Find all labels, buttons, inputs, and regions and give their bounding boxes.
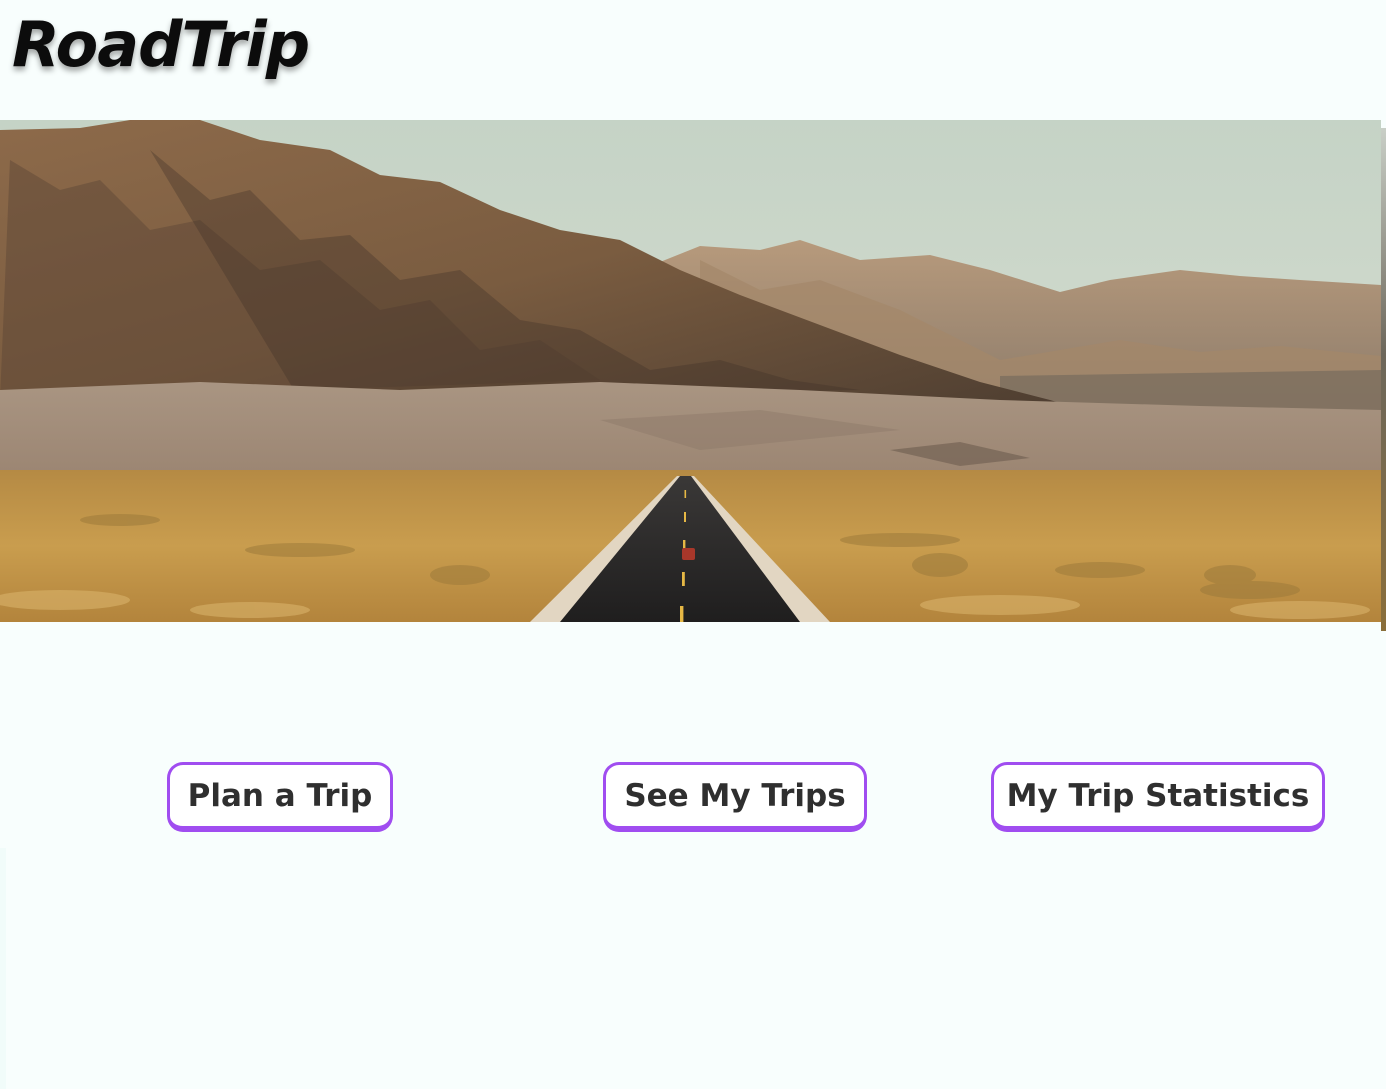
plan-trip-button[interactable]: Plan a Trip [167,762,393,832]
left-edge-divider [0,848,6,1089]
trip-statistics-button[interactable]: My Trip Statistics [991,762,1325,832]
see-my-trips-button[interactable]: See My Trips [603,762,867,832]
hero-image [0,120,1381,622]
app-title: RoadTrip [12,8,310,81]
hero-edge-strip [1381,128,1386,631]
